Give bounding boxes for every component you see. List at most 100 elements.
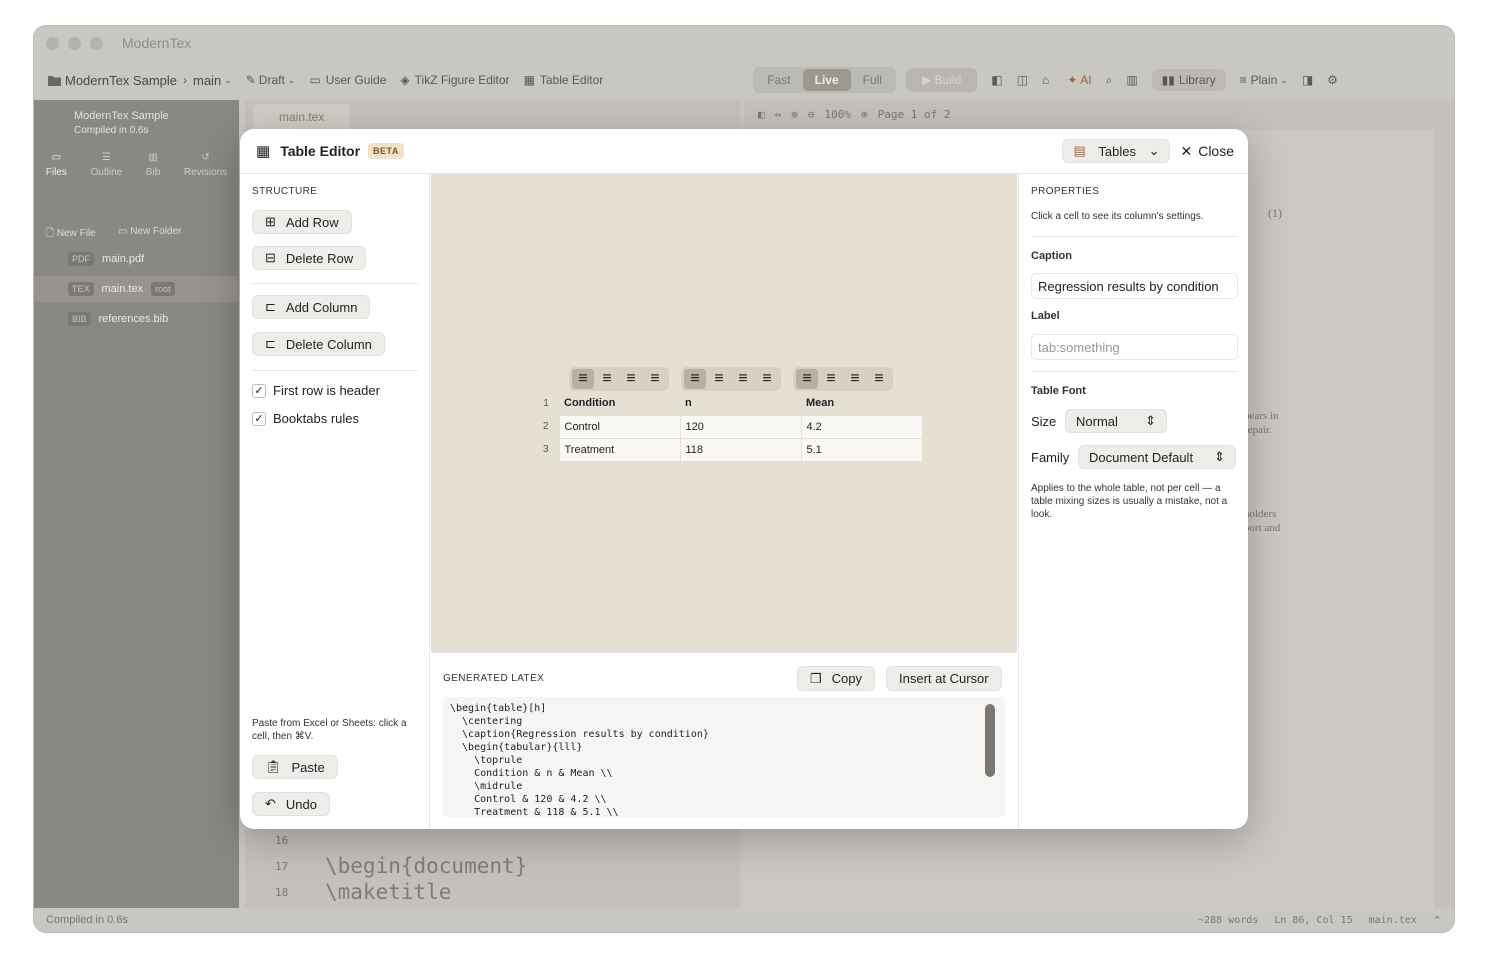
panel-icon[interactable]: ◨ <box>1302 73 1313 87</box>
font-family-select[interactable]: Document Default ⇕ <box>1078 445 1236 469</box>
latex-code[interactable]: \begin{table}[h] \centering \caption{Reg… <box>443 697 1005 817</box>
close-window-button[interactable] <box>46 36 59 50</box>
beta-badge: BETA <box>368 143 404 159</box>
fit-width-icon[interactable]: ↔ <box>775 108 782 121</box>
caption-input[interactable]: Regression results by condition <box>1031 273 1238 299</box>
align-center-icon[interactable]: ≡ <box>708 369 730 389</box>
draft-status[interactable]: ✎ Draft ⌄ <box>246 73 296 87</box>
add-row-button[interactable]: ⊞ Add Row <box>252 210 352 234</box>
booktabs-checkbox[interactable]: ✓ Booktabs rules <box>252 411 359 426</box>
tab-bib[interactable]: ▥ Bib <box>146 152 160 178</box>
fit-page-icon[interactable]: ⊕ <box>791 108 798 121</box>
editor-line-18: 18 <box>275 886 289 899</box>
insert-at-cursor-button[interactable]: Insert at Cursor <box>886 666 1002 691</box>
column-3-align: ≡ ≡ ≡ ≡ <box>793 367 893 391</box>
align-justify-icon[interactable]: ≡ <box>756 369 778 389</box>
zoom-in-icon[interactable]: ⊕ <box>861 108 868 121</box>
align-left-icon[interactable]: ≡ <box>684 369 706 389</box>
chart-icon[interactable]: ▥ <box>1126 73 1137 87</box>
plain-select[interactable]: ≡ Plain ⌄ <box>1240 73 1288 87</box>
close-button[interactable]: ✕ Close <box>1180 143 1234 160</box>
copy-button[interactable]: ❐ Copy <box>797 666 876 691</box>
align-center-icon[interactable]: ≡ <box>820 369 842 389</box>
row-number: 1 <box>543 398 549 409</box>
align-right-icon[interactable]: ≡ <box>844 369 866 389</box>
tab-outline-label: Outline <box>90 167 123 178</box>
sidebar-project[interactable]: ModernTex Sample Compiled in 0.6s <box>46 110 169 136</box>
label-input[interactable]: tab:something <box>1031 334 1238 360</box>
table-cell[interactable]: 5.1 <box>800 437 923 462</box>
font-size-select[interactable]: Normal ⇕ <box>1065 409 1167 433</box>
delete-row-button[interactable]: ⊟ Delete Row <box>252 246 367 270</box>
pencil-icon: ✎ <box>245 73 256 87</box>
align-right-icon[interactable]: ≡ <box>620 369 642 389</box>
chevron-up-icon[interactable]: ⌃ <box>1433 914 1442 927</box>
tab-outline[interactable]: ☰ Outline <box>91 152 123 178</box>
code-scrollbar[interactable] <box>985 704 995 777</box>
delete-column-button[interactable]: ⊏ Delete Column <box>252 332 385 356</box>
layout-split-icon[interactable]: ◫ <box>1017 73 1028 87</box>
table-cell[interactable]: Control <box>558 414 681 439</box>
tikz-editor-button[interactable]: ◈ TikZ Figure Editor <box>400 73 509 87</box>
align-left-icon[interactable]: ≡ <box>572 369 594 389</box>
zoom-out-icon[interactable]: ⊖ <box>808 108 815 121</box>
align-justify-icon[interactable]: ≡ <box>868 369 890 389</box>
status-compiled: Compiled in 0.6s <box>46 914 128 926</box>
ai-button[interactable]: ✦ AI <box>1067 73 1091 87</box>
project-breadcrumb[interactable]: ModernTex Sample › main ⌄ <box>48 73 232 88</box>
mode-fast[interactable]: Fast <box>755 69 802 91</box>
align-center-icon[interactable]: ≡ <box>596 369 618 389</box>
align-left-icon[interactable]: ≡ <box>796 369 818 389</box>
folder-icon <box>48 75 61 86</box>
user-guide-button[interactable]: ▭ User Guide <box>309 73 386 87</box>
tables-select[interactable]: ▤ Tables ⌄ <box>1062 139 1171 163</box>
search-icon[interactable]: ⌕ <box>1106 73 1113 88</box>
chevron-down-icon: ⌄ <box>1148 143 1160 158</box>
settings-icon[interactable]: ⚙ <box>1327 73 1338 87</box>
table-cell[interactable]: Condition <box>559 392 680 415</box>
align-right-icon[interactable]: ≡ <box>732 369 754 389</box>
new-file-button[interactable]: 🗋 New File <box>46 226 96 243</box>
divider <box>252 370 418 371</box>
table-cell[interactable]: n <box>680 392 801 415</box>
table-row: 2 Control 120 4.2 <box>533 414 923 439</box>
align-justify-icon[interactable]: ≡ <box>644 369 666 389</box>
tab-files[interactable]: ▭ Files <box>46 152 67 178</box>
library-button[interactable]: ▮▮ Library <box>1151 69 1226 91</box>
file-item-main-tex[interactable]: TEX main.tex root <box>68 282 175 296</box>
tab-revisions[interactable]: ↺ Revisions <box>184 152 227 178</box>
insert-at-cursor-label: Insert at Cursor <box>899 671 989 686</box>
first-row-header-label: First row is header <box>273 383 380 398</box>
undo-button[interactable]: ↶ Undo <box>252 792 330 816</box>
add-column-button[interactable]: ⊏ Add Column <box>252 295 371 319</box>
shapes-icon[interactable]: ⌂ <box>1042 73 1049 87</box>
new-folder-button[interactable]: ▭ New Folder <box>118 226 181 237</box>
build-button[interactable]: ▶ Build <box>905 68 978 92</box>
layout-left-icon[interactable]: ◧ <box>991 73 1002 87</box>
new-file-label: New File <box>56 228 96 239</box>
first-row-header-checkbox[interactable]: ✓ First row is header <box>252 383 380 398</box>
copy-icon: ❐ <box>810 670 822 686</box>
minimize-window-button[interactable] <box>68 36 81 50</box>
book-icon: ▭ <box>309 73 321 87</box>
editor-tab-main-tex[interactable]: main.tex <box>253 104 351 130</box>
table-cell[interactable]: 4.2 <box>800 414 923 439</box>
sidebar-toggle-icon[interactable]: ◧ <box>758 108 765 121</box>
library-icon: ▮▮ <box>1161 73 1175 87</box>
table-cell[interactable]: Treatment <box>558 437 681 462</box>
paste-button[interactable]: 📋︎ Paste <box>252 755 338 779</box>
table-cell[interactable]: 120 <box>679 414 802 439</box>
compile-mode-toggle: Fast Live Full <box>753 67 896 93</box>
status-bar: Compiled in 0.6s ~288 words Ln 86, Col 1… <box>34 908 1454 932</box>
zoom-window-button[interactable] <box>90 36 103 50</box>
mode-live[interactable]: Live <box>802 69 851 91</box>
file-item-main-pdf[interactable]: PDF main.pdf <box>68 252 144 266</box>
table-cell[interactable]: 118 <box>679 437 802 462</box>
table-editor-label: Table Editor <box>539 73 604 87</box>
table-editor-button[interactable]: ▦ Table Editor <box>524 73 604 87</box>
mode-full[interactable]: Full <box>851 69 894 91</box>
file-item-references-bib[interactable]: BIB references.bib <box>68 312 168 326</box>
table-cell[interactable]: Mean <box>801 392 922 415</box>
delete-column-icon: ⊏ <box>265 336 276 351</box>
structure-heading: STRUCTURE <box>252 186 318 197</box>
